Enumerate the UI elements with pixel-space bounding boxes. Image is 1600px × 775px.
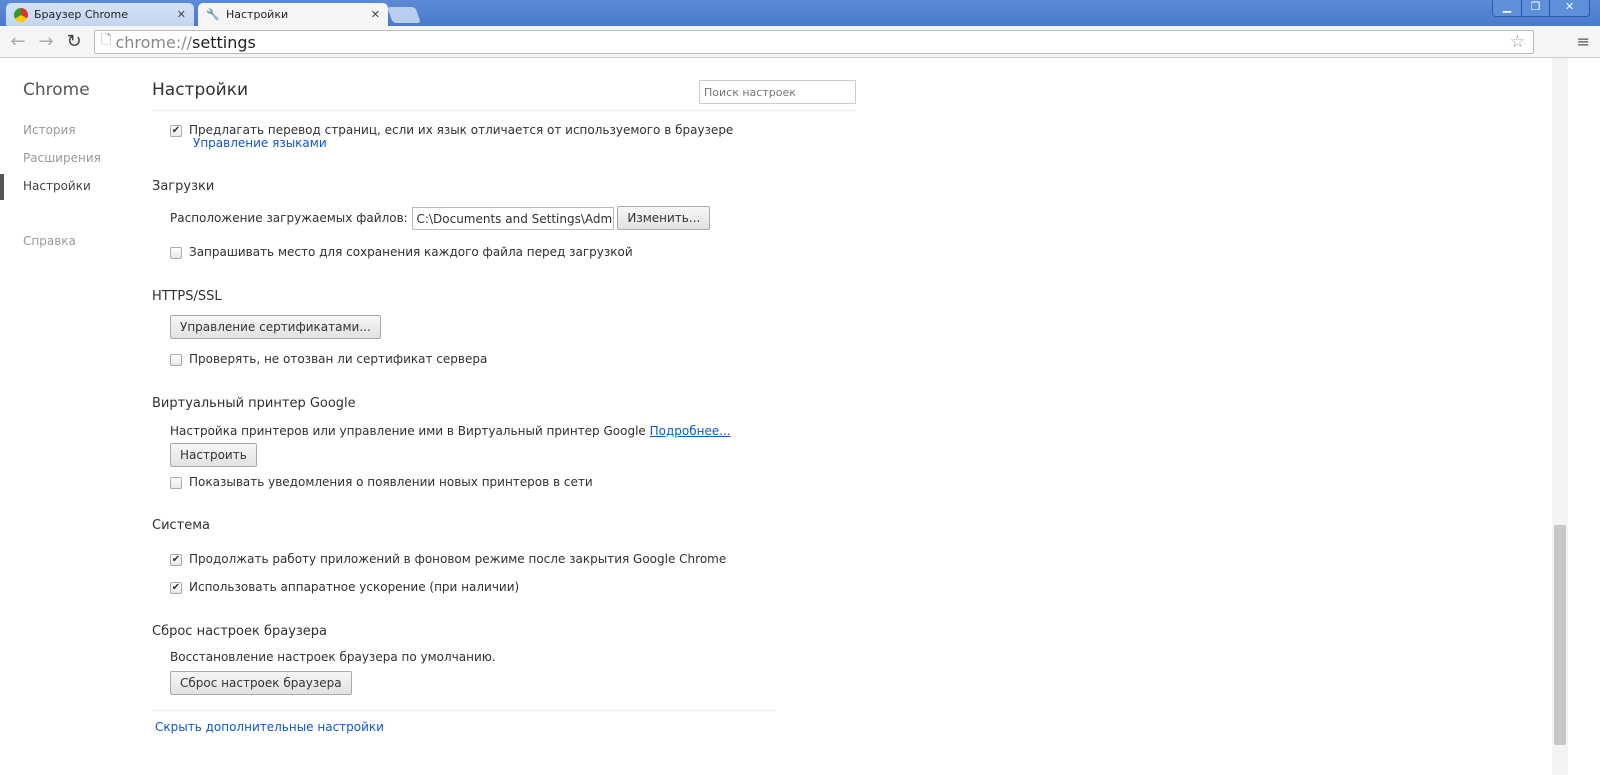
page-icon: 🗋 xyxy=(101,33,112,48)
manage-certificates-button[interactable]: Управление сертификатами... xyxy=(170,315,381,339)
printer-notify-checkbox[interactable] xyxy=(170,476,182,489)
sidebar-item-history[interactable]: История xyxy=(23,123,76,137)
revocation-checkbox[interactable] xyxy=(170,353,182,366)
hw-accel-option[interactable]: ✔ Использовать аппаратное ускорение (при … xyxy=(170,580,519,594)
sidebar-brand: Chrome xyxy=(23,80,90,100)
translate-checkbox[interactable]: ✔ xyxy=(170,124,182,137)
download-location-label: Расположение загружаемых файлов: xyxy=(170,211,408,225)
cloudprint-heading: Виртуальный принтер Google xyxy=(152,396,356,411)
divider xyxy=(152,710,776,711)
ask-location-label: Запрашивать место для сохранения каждого… xyxy=(189,245,633,259)
background-apps-label: Продолжать работу приложений в фоновом р… xyxy=(189,552,727,566)
cloudprint-desc: Настройка принтеров или управление ими в… xyxy=(170,424,646,438)
back-button[interactable]: ← xyxy=(4,31,32,52)
bookmark-star-icon[interactable]: ☆ xyxy=(1510,32,1525,52)
cloudprint-setup-button[interactable]: Настроить xyxy=(170,443,257,467)
search-input[interactable] xyxy=(699,80,856,104)
printer-notify-label: Показывать уведомления о появлении новых… xyxy=(189,475,593,489)
close-tab-icon[interactable]: ✕ xyxy=(371,8,380,21)
active-indicator xyxy=(0,174,4,200)
printer-notify-option[interactable]: Показывать уведомления о появлении новых… xyxy=(170,475,593,489)
sidebar-item-extensions[interactable]: Расширения xyxy=(23,151,101,165)
https-heading: HTTPS/SSL xyxy=(152,289,222,304)
download-location-field[interactable]: C:\Documents and Settings\Admin\Мои доку… xyxy=(411,207,614,230)
tab-settings[interactable]: 🔧 Настройки ✕ xyxy=(198,3,388,26)
change-location-button[interactable]: Изменить... xyxy=(617,206,711,230)
tab-label: Настройки xyxy=(226,8,289,21)
background-apps-option[interactable]: ✔ Продолжать работу приложений в фоновом … xyxy=(170,552,726,566)
menu-icon[interactable]: ≡ xyxy=(1577,32,1590,51)
translate-label: Предлагать перевод страниц, если их язык… xyxy=(189,123,734,137)
translate-option[interactable]: ✔ Предлагать перевод страниц, если их язы… xyxy=(170,123,733,137)
manage-languages-link[interactable]: Управление языками xyxy=(193,136,327,150)
forward-button[interactable]: → xyxy=(32,31,60,52)
revocation-option[interactable]: Проверять, не отозван ли сертификат серв… xyxy=(170,352,487,366)
revocation-label: Проверять, не отозван ли сертификат серв… xyxy=(189,352,488,366)
reset-heading: Сброс настроек браузера xyxy=(152,624,328,639)
system-heading: Система xyxy=(152,518,211,533)
sidebar-item-settings[interactable]: Настройки xyxy=(23,179,91,193)
restore-button[interactable]: ❐ xyxy=(1521,0,1549,16)
hw-accel-checkbox[interactable]: ✔ xyxy=(170,581,182,594)
chrome-icon xyxy=(14,7,28,22)
wrench-icon: 🔧 xyxy=(206,7,220,21)
close-window-button[interactable]: ✕ xyxy=(1549,0,1589,16)
url-scheme: chrome:// xyxy=(115,32,193,52)
sidebar-item-help[interactable]: Справка xyxy=(23,234,76,248)
address-bar[interactable]: 🗋 chrome://settings ☆ xyxy=(94,30,1534,54)
url-path: settings xyxy=(192,32,256,52)
reload-button[interactable]: ↻ xyxy=(60,31,88,52)
downloads-heading: Загрузки xyxy=(152,179,215,194)
reset-desc: Восстановление настроек браузера по умол… xyxy=(170,650,496,664)
tab-label: Браузер Chrome xyxy=(34,8,129,21)
scrollbar[interactable] xyxy=(1552,58,1568,775)
new-tab-button[interactable] xyxy=(387,7,421,23)
scrollbar-thumb[interactable] xyxy=(1554,525,1566,745)
toolbar: ← → ↻ 🗋 chrome://settings ☆ ≡ xyxy=(0,26,1600,58)
reset-browser-button[interactable]: Сброс настроек браузера xyxy=(170,671,352,695)
minimize-button[interactable]: ▁ xyxy=(1493,0,1521,16)
background-apps-checkbox[interactable]: ✔ xyxy=(170,553,182,566)
page-title: Настройки xyxy=(152,80,249,100)
tab-chrome[interactable]: Браузер Chrome ✕ xyxy=(6,3,194,26)
ask-location-option[interactable]: Запрашивать место для сохранения каждого… xyxy=(170,245,633,259)
hw-accel-label: Использовать аппаратное ускорение (при н… xyxy=(189,580,520,594)
hide-advanced-link[interactable]: Скрыть дополнительные настройки xyxy=(155,720,384,734)
learn-more-link[interactable]: Подробнее... xyxy=(650,424,731,438)
close-tab-icon[interactable]: ✕ xyxy=(177,8,186,21)
divider xyxy=(152,110,856,111)
ask-location-checkbox[interactable] xyxy=(170,246,182,259)
title-bar: Браузер Chrome ✕ 🔧 Настройки ✕ ▁ ❐ ✕ xyxy=(0,0,1600,26)
